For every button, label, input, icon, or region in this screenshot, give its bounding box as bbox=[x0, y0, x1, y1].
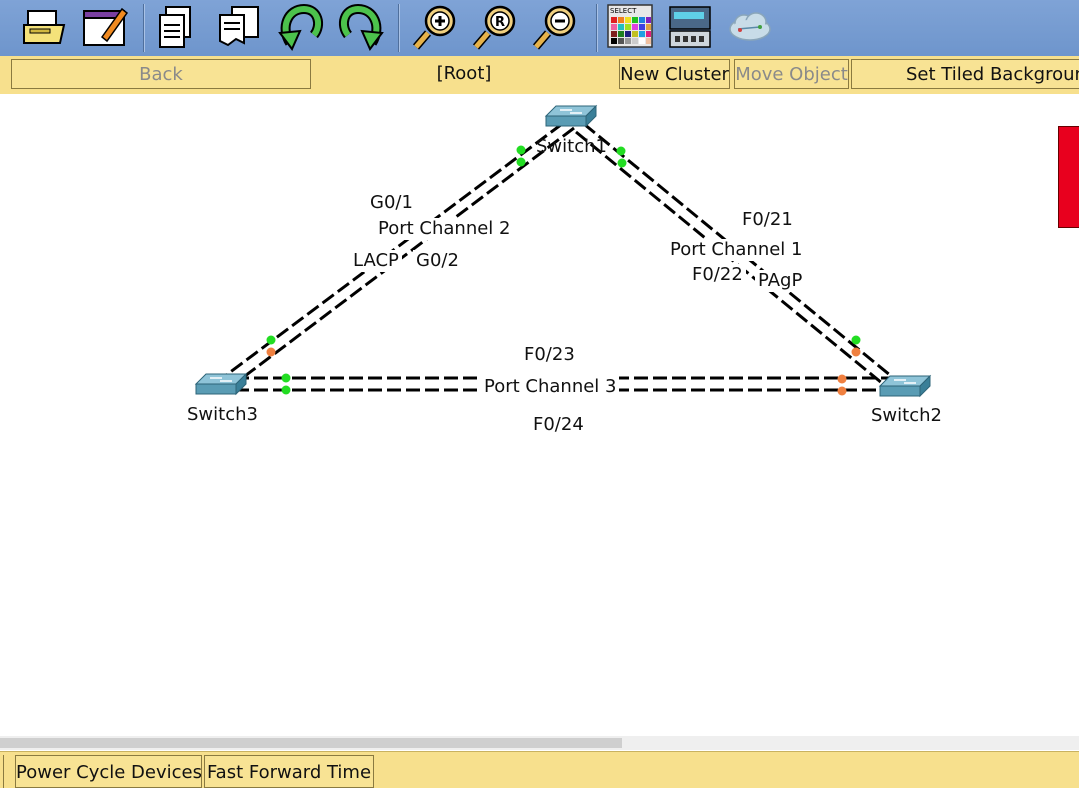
workspace-canvas[interactable]: Switch1 Switch3 Switch2 G0/1 Port Channe… bbox=[0, 94, 1079, 736]
svg-text:SELECT: SELECT bbox=[610, 7, 637, 15]
realtime-bar: Power Cycle Devices Fast Forward Time bbox=[0, 751, 1079, 788]
port-channel-3-label: Port Channel 3 bbox=[481, 376, 620, 398]
device-template-icon[interactable] bbox=[666, 3, 716, 51]
switch-icon[interactable] bbox=[194, 372, 248, 396]
switch-icon[interactable] bbox=[878, 374, 932, 398]
port-status-dot bbox=[851, 335, 861, 345]
switch1-label: Switch1 bbox=[536, 136, 607, 157]
switch3-label: Switch3 bbox=[187, 404, 258, 425]
port-status-dot bbox=[281, 373, 291, 383]
protocol-label-lacp: LACP bbox=[350, 250, 402, 272]
port-channel-2-label: Port Channel 2 bbox=[375, 218, 514, 240]
move-object-button[interactable]: Move Object bbox=[734, 59, 849, 89]
copy-icon[interactable] bbox=[152, 3, 202, 51]
zoom-out-icon[interactable] bbox=[530, 3, 580, 51]
zoom-reset-icon[interactable]: R bbox=[470, 3, 520, 51]
set-tiled-background-button[interactable]: Set Tiled Background bbox=[851, 59, 1079, 89]
print-icon[interactable] bbox=[20, 3, 70, 51]
port-status-dot bbox=[837, 374, 847, 384]
horizontal-scrollbar[interactable] bbox=[0, 736, 1079, 750]
zoom-in-icon[interactable] bbox=[410, 3, 460, 51]
logical-workspace-bar: Back [Root] New Cluster Move Object Set … bbox=[0, 56, 1079, 95]
svg-text:R: R bbox=[495, 15, 505, 30]
port-label-f0-24: F0/24 bbox=[530, 414, 587, 436]
cloud-icon[interactable] bbox=[726, 3, 776, 51]
port-status-dot bbox=[851, 347, 861, 357]
activity-wizard-icon[interactable] bbox=[80, 3, 130, 51]
port-status-dot bbox=[516, 157, 526, 167]
bar-edge bbox=[3, 755, 12, 788]
paste-icon[interactable] bbox=[214, 3, 264, 51]
undo-icon[interactable] bbox=[276, 3, 326, 51]
port-status-dot bbox=[266, 347, 276, 357]
port-label-f0-22: F0/22 bbox=[689, 264, 746, 286]
palette-icon[interactable]: SELECT bbox=[606, 3, 656, 51]
port-label-g0-2: G0/2 bbox=[413, 250, 462, 272]
port-channel-1-label: Port Channel 1 bbox=[667, 239, 806, 261]
switch2-label: Switch2 bbox=[871, 405, 942, 426]
scrollbar-thumb[interactable] bbox=[0, 738, 622, 748]
main-toolbar: R SELECT bbox=[0, 0, 1079, 57]
toolbar-separator bbox=[596, 4, 597, 52]
port-status-dot bbox=[617, 158, 627, 168]
toolbar-separator bbox=[143, 4, 144, 52]
port-status-dot bbox=[266, 335, 276, 345]
port-label-f0-23: F0/23 bbox=[521, 344, 578, 366]
root-breadcrumb: [Root] bbox=[436, 63, 492, 84]
redo-icon[interactable] bbox=[336, 3, 386, 51]
protocol-label-pagp: PAgP bbox=[755, 270, 806, 292]
back-button[interactable]: Back bbox=[11, 59, 311, 89]
port-status-dot bbox=[616, 146, 626, 156]
port-label-f0-21: F0/21 bbox=[739, 209, 796, 231]
fast-forward-time-button[interactable]: Fast Forward Time bbox=[204, 755, 374, 788]
port-status-dot bbox=[516, 145, 526, 155]
toolbar-separator bbox=[398, 4, 399, 52]
new-cluster-button[interactable]: New Cluster bbox=[619, 59, 730, 89]
port-status-dot bbox=[281, 385, 291, 395]
red-note-box[interactable] bbox=[1058, 126, 1079, 228]
port-status-dot bbox=[837, 386, 847, 396]
port-label-g0-1: G0/1 bbox=[367, 192, 416, 214]
power-cycle-devices-button[interactable]: Power Cycle Devices bbox=[15, 755, 202, 788]
switch-icon[interactable] bbox=[544, 104, 598, 128]
